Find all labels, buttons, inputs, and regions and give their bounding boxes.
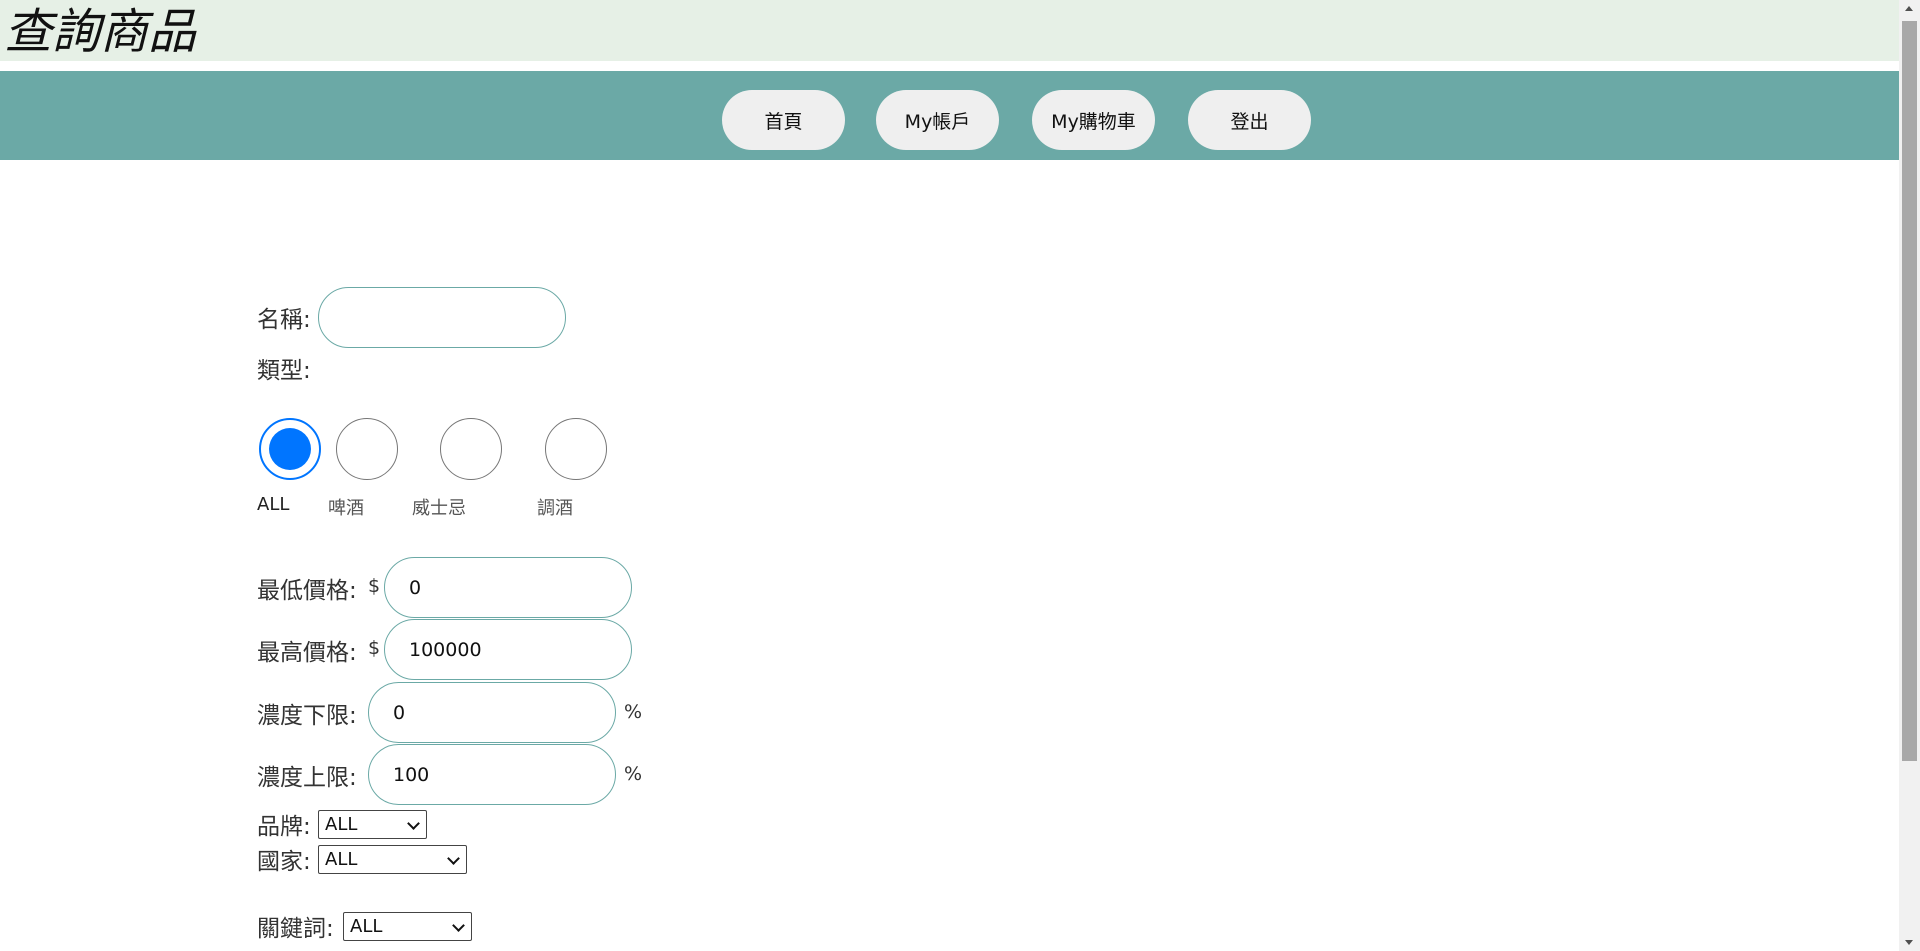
max-price-input[interactable] — [384, 619, 632, 680]
nav-bar: 首頁 My帳戶 My購物車 登出 — [0, 71, 1899, 160]
nav-cart-button[interactable]: My購物車 — [1032, 90, 1155, 150]
keyword-select[interactable]: ALL — [343, 912, 472, 941]
country-select[interactable]: ALL — [318, 845, 467, 874]
nav-home-button[interactable]: 首頁 — [722, 90, 845, 150]
type-option-cocktail-label: 調酒 — [537, 498, 573, 519]
type-radio-all[interactable] — [259, 418, 321, 480]
type-option-beer-label: 啤酒 — [328, 498, 364, 519]
nav-account-button[interactable]: My帳戶 — [876, 90, 999, 150]
country-select-value: ALL — [325, 849, 358, 870]
country-label: 國家: — [257, 849, 311, 875]
type-label: 類型: — [257, 358, 311, 384]
max-abv-label: 濃度上限: — [257, 765, 357, 791]
chevron-down-icon — [452, 919, 465, 932]
chevron-down-icon — [407, 817, 420, 830]
min-abv-input[interactable] — [368, 682, 616, 743]
min-price-label: 最低價格: — [257, 578, 357, 604]
max-price-currency: $ — [368, 637, 381, 659]
min-abv-label: 濃度下限: — [257, 703, 357, 729]
min-price-input[interactable] — [384, 557, 632, 618]
type-option-whisky-label: 威士忌 — [412, 498, 466, 519]
type-option-all-label: ALL — [257, 494, 290, 515]
title-bar: 查詢商品 — [0, 0, 1899, 61]
name-label: 名稱: — [257, 307, 311, 333]
keyword-select-value: ALL — [350, 916, 383, 937]
brand-label: 品牌: — [257, 814, 311, 840]
scroll-down-arrow-icon[interactable] — [1905, 940, 1913, 945]
min-price-currency: $ — [368, 575, 381, 597]
max-price-label: 最高價格: — [257, 640, 357, 666]
scrollbar-thumb[interactable] — [1902, 21, 1917, 761]
chevron-down-icon — [447, 852, 460, 865]
min-abv-unit: % — [624, 701, 643, 723]
page-scrollbar[interactable] — [1899, 0, 1920, 951]
keyword-label: 關鍵詞: — [257, 916, 334, 942]
type-radio-beer[interactable] — [336, 418, 398, 480]
type-radio-cocktail[interactable] — [545, 418, 607, 480]
scroll-up-arrow-icon[interactable] — [1905, 6, 1913, 11]
name-input[interactable] — [318, 287, 566, 348]
brand-select-value: ALL — [325, 814, 358, 835]
nav-logout-button[interactable]: 登出 — [1188, 90, 1311, 150]
type-radio-whisky[interactable] — [440, 418, 502, 480]
max-abv-unit: % — [624, 763, 643, 785]
brand-select[interactable]: ALL — [318, 810, 427, 839]
page-title: 查詢商品 — [4, 4, 197, 60]
max-abv-input[interactable] — [368, 744, 616, 805]
